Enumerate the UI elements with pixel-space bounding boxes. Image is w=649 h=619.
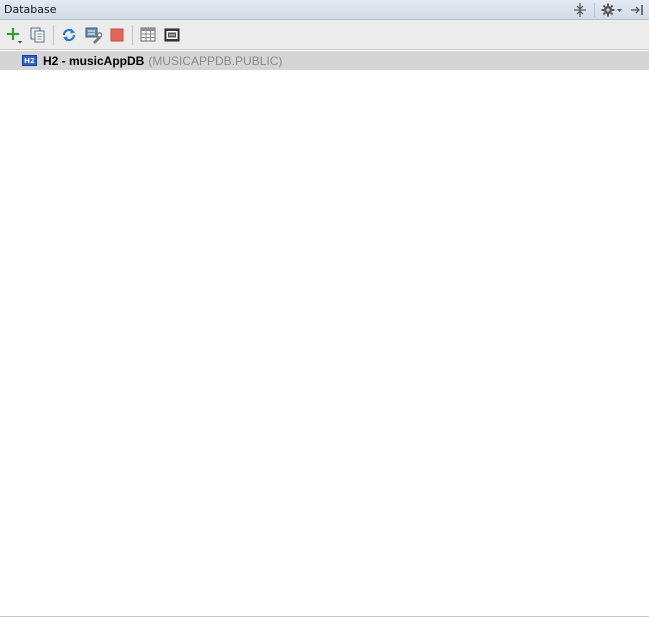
toolbar-separator (53, 24, 54, 45)
datasource-name: H2 - musicAppDB (43, 53, 145, 68)
header-actions (566, 2, 645, 18)
stop-icon[interactable] (107, 25, 127, 45)
copy-icon[interactable] (28, 25, 48, 45)
add-icon[interactable] (4, 25, 24, 45)
hide-panel-icon[interactable] (629, 2, 645, 18)
properties-icon[interactable] (83, 25, 103, 45)
refresh-icon[interactable] (59, 25, 79, 45)
datasource-schema: (MUSICAPPDB.PUBLIC) (148, 53, 283, 68)
database-tool-window: Database H2 H2 - musicAppDB (MUSICAPPDB.… (0, 0, 649, 619)
panel-title: Database (4, 3, 57, 16)
panel-bottom-border (0, 616, 649, 617)
database-toolbar (0, 20, 649, 50)
tool-window-header: Database (0, 0, 649, 20)
gear-icon[interactable] (601, 2, 623, 18)
tree-item-datasource[interactable]: H2 H2 - musicAppDB (MUSICAPPDB.PUBLIC) (0, 51, 649, 70)
table-icon[interactable] (138, 25, 158, 45)
header-separator (594, 3, 595, 17)
h2-database-icon: H2 (22, 55, 37, 66)
toolbar-separator (132, 24, 133, 45)
collapse-all-icon[interactable] (572, 2, 588, 18)
console-icon[interactable] (162, 25, 182, 45)
